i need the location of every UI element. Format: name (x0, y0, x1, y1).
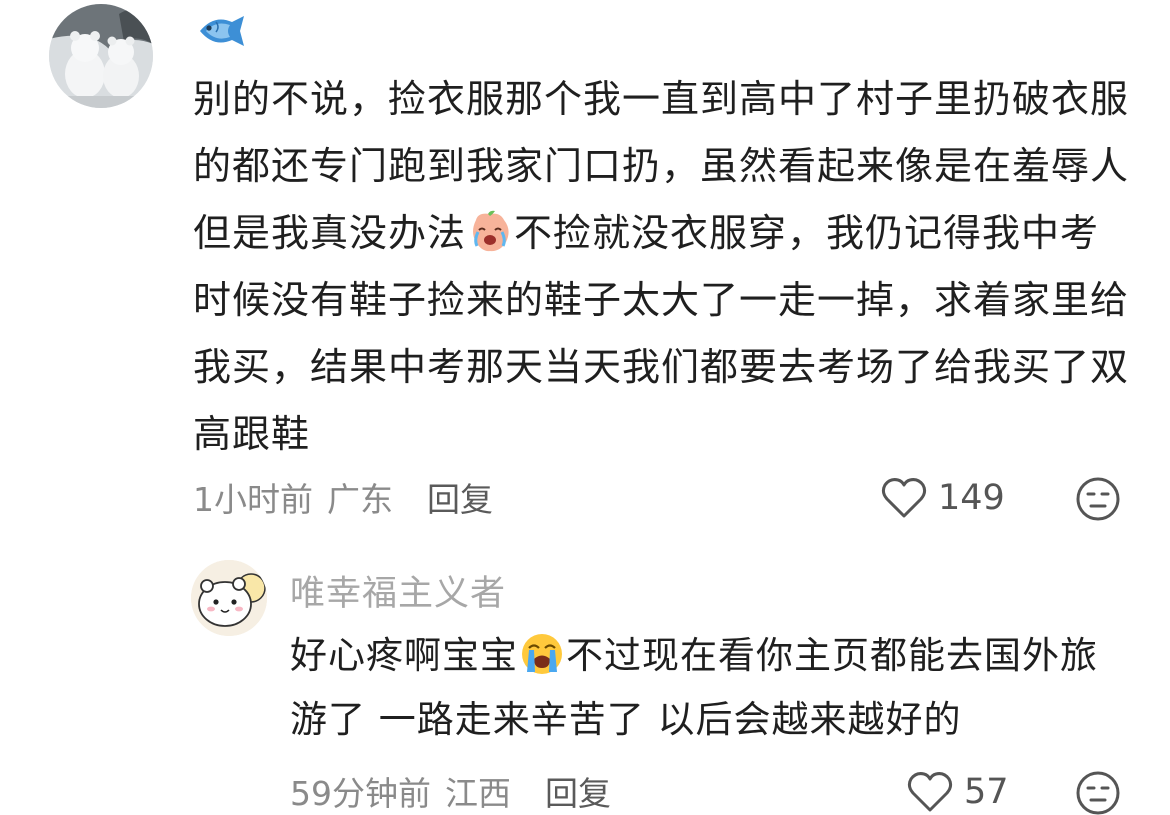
comment-text: 别的不说，捡衣服那个我一直到高中了村子里扔破衣服的都还专门跑到我家门口扔，虽然看… (193, 66, 1133, 468)
unhappy-face-icon (1076, 477, 1120, 521)
fish-emoji-icon[interactable] (196, 10, 248, 52)
heart-icon (907, 772, 953, 812)
chiikawa-avatar (191, 560, 267, 636)
reply-username[interactable]: 唯幸福主义者 (290, 565, 506, 616)
comment-time: 1小时前 (193, 480, 313, 519)
like-count: 149 (938, 478, 1005, 518)
reply-reply-button[interactable]: 回复 (545, 767, 611, 815)
user-avatar[interactable] (49, 4, 153, 108)
crying-peach-emoji-icon (468, 208, 512, 252)
loudly-crying-face-emoji-icon (520, 632, 564, 676)
like-button[interactable]: 149 (880, 472, 1005, 524)
reply-user-avatar[interactable] (191, 560, 267, 636)
reply-button[interactable]: 回复 (427, 473, 493, 521)
heart-icon (881, 478, 927, 518)
reply-text-part1: 好心疼啊宝宝 (290, 634, 518, 677)
unhappy-face-icon (1076, 771, 1120, 815)
reply-like-count: 57 (964, 772, 1009, 812)
dislike-button[interactable] (1075, 476, 1121, 522)
snowman-bears-avatar (49, 4, 153, 108)
comment-meta: 1小时前 广东 回复 (193, 472, 493, 522)
reply-like-button[interactable]: 57 (906, 766, 1009, 815)
comment-thread: 别的不说，捡衣服那个我一直到高中了村子里扔破衣服的都还专门跑到我家门口扔，虽然看… (0, 0, 1170, 815)
reply-time: 59分钟前 (290, 774, 431, 813)
reply-text: 好心疼啊宝宝 不过现在看你主页都能去国外旅游了 一路走来辛苦了 以后会越来越好的 (290, 624, 1130, 752)
reply-meta: 59分钟前 江西 回复 (290, 766, 611, 815)
reply-dislike-button[interactable] (1075, 770, 1121, 815)
comment-region: 广东 (327, 480, 393, 519)
reply-region: 江西 (445, 774, 511, 813)
